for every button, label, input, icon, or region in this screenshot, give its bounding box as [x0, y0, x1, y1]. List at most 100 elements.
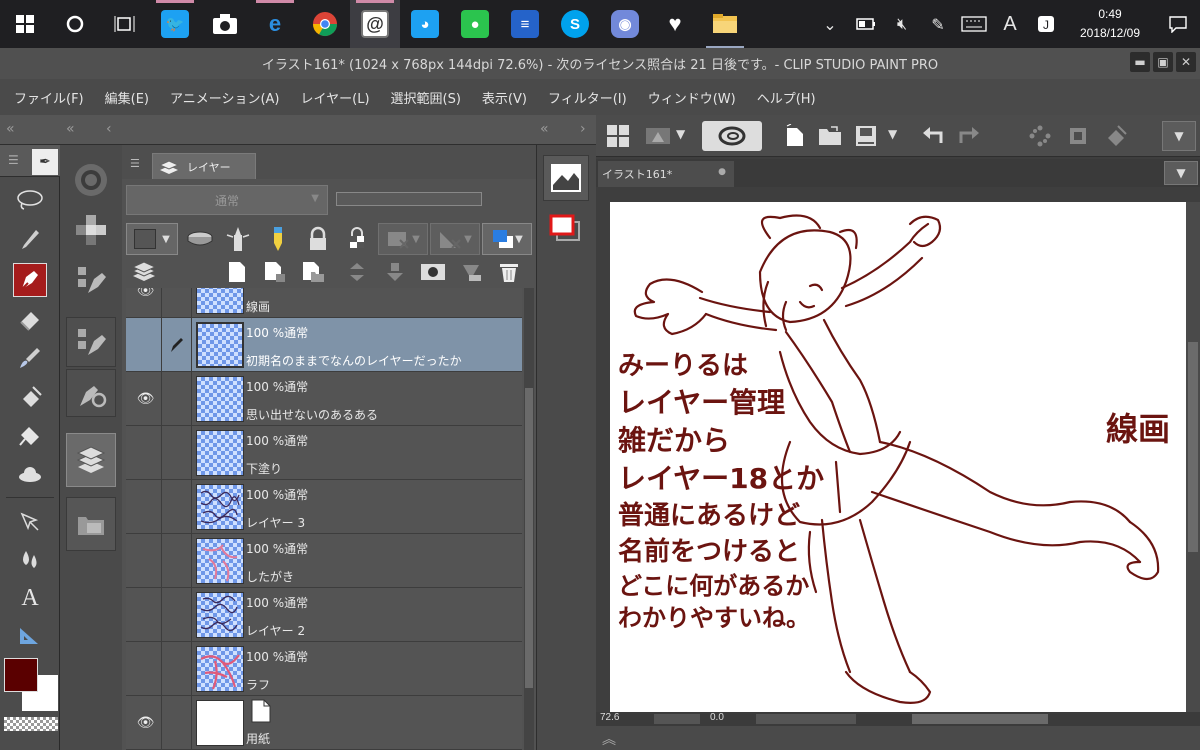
layer-property-icon[interactable]: [543, 207, 589, 251]
expression-color-select[interactable]: ▼: [126, 223, 178, 255]
canvas-horizontal-scrollbar[interactable]: [912, 714, 1048, 724]
pen-icon[interactable]: ✎: [920, 0, 956, 48]
line-app-icon[interactable]: ●: [450, 0, 500, 48]
transparent-color-swatch[interactable]: [4, 717, 58, 731]
edit-target-toggle[interactable]: [162, 696, 192, 750]
clear-selection-icon[interactable]: [1024, 121, 1056, 151]
menu-animation[interactable]: アニメーション(A): [170, 88, 280, 107]
clip-to-layer-below-icon[interactable]: [184, 225, 216, 253]
edit-target-toggle[interactable]: [162, 534, 192, 588]
camera-app-icon[interactable]: [200, 0, 250, 48]
document-tab[interactable]: イラスト161* ●: [598, 161, 734, 187]
chrome-browser-icon[interactable]: [300, 0, 350, 48]
transfer-to-lower-layer-icon[interactable]: [342, 257, 372, 287]
layer-color-select[interactable]: ▼: [482, 223, 532, 255]
layer-row[interactable]: 100 %通常 したがき: [126, 534, 522, 588]
visibility-toggle[interactable]: [130, 426, 162, 480]
tab-layer[interactable]: レイヤー: [152, 153, 256, 179]
keyboard-icon[interactable]: [956, 0, 992, 48]
layer-row[interactable]: 100 %通常 初期名のままでなんのレイヤーだったか: [126, 318, 522, 372]
sub-tool-detail-icon[interactable]: [66, 317, 116, 367]
layer-row[interactable]: 100 %通常 ラフ: [126, 642, 522, 696]
droplet-tool-icon[interactable]: [13, 543, 47, 577]
layer-list-scrollbar[interactable]: [524, 288, 534, 750]
close-tab-icon[interactable]: ●: [718, 167, 726, 177]
operation-tool-icon[interactable]: [13, 505, 47, 539]
minimize-button[interactable]: ▬: [1130, 52, 1150, 72]
task-view-icon[interactable]: [100, 0, 150, 48]
menu-layer[interactable]: レイヤー(L): [301, 88, 370, 107]
lock-layer-icon[interactable]: [302, 223, 334, 255]
new-raster-layer-icon[interactable]: [222, 257, 252, 287]
menu-view[interactable]: 表示(V): [482, 88, 527, 107]
edit-target-toggle[interactable]: [162, 588, 192, 642]
pen-tab-icon[interactable]: ✒: [32, 149, 58, 175]
canvas-vertical-scrollbar[interactable]: [1186, 202, 1200, 712]
zoom-slider[interactable]: [654, 714, 700, 724]
open-folder-icon[interactable]: [814, 121, 846, 151]
menu-window[interactable]: ウィンドウ(W): [648, 88, 736, 107]
trash-icon[interactable]: [494, 257, 524, 287]
text-tool-icon[interactable]: A: [13, 581, 47, 615]
visibility-toggle[interactable]: [130, 588, 162, 642]
redo-icon[interactable]: [952, 121, 984, 151]
tool-property-icon[interactable]: [66, 369, 116, 417]
edit-target-toggle[interactable]: [162, 480, 192, 534]
tab-menu-button[interactable]: ▼: [1164, 161, 1198, 185]
layer-panel-icon[interactable]: [66, 433, 116, 487]
reference-layer-icon[interactable]: [222, 223, 254, 255]
zoom-value[interactable]: 72.6: [600, 712, 619, 723]
maximize-button[interactable]: ▣: [1153, 52, 1173, 72]
visibility-toggle[interactable]: [130, 318, 162, 372]
eyedropper-tool-icon[interactable]: [13, 223, 47, 257]
search-icon[interactable]: [50, 0, 100, 48]
notification-app-icon[interactable]: J: [1028, 0, 1064, 48]
chevron-left-icon[interactable]: ‹: [106, 121, 112, 137]
cat-app-icon[interactable]: ◕: [400, 0, 450, 48]
volume-muted-icon[interactable]: 🔇︎: [884, 0, 920, 48]
blend-tool-icon[interactable]: [13, 341, 47, 375]
visibility-toggle[interactable]: 👁︎: [130, 288, 162, 318]
chevron-right-icon[interactable]: ›: [580, 121, 586, 137]
edit-target-toggle[interactable]: [162, 426, 192, 480]
layer-stack-icon[interactable]: [126, 259, 162, 285]
visibility-toggle[interactable]: 👁︎: [130, 372, 162, 426]
menu-filter[interactable]: フィルター(I): [548, 88, 627, 107]
discord-app-icon[interactable]: ◉: [600, 0, 650, 48]
menu-edit[interactable]: 編集(E): [105, 88, 149, 107]
action-center-icon[interactable]: [1156, 0, 1200, 48]
layer-row[interactable]: 👁︎ 100 %通常 思い出せないのあるある: [126, 372, 522, 426]
menu-selection[interactable]: 選択範囲(S): [391, 88, 461, 107]
chevron-down-icon[interactable]: ▼: [888, 127, 897, 141]
visibility-toggle[interactable]: [130, 534, 162, 588]
collapse-left-icon[interactable]: «: [6, 121, 15, 137]
edit-target-toggle[interactable]: [162, 288, 192, 318]
command-bar-menu-button[interactable]: ▼: [1162, 121, 1196, 151]
chevron-down-icon[interactable]: ▼: [676, 127, 685, 141]
draft-layer-icon[interactable]: [262, 223, 294, 255]
drawing-canvas[interactable]: みーりるは レイヤー管理 雑だから レイヤー18とか 普通にあるけど 名前をつけ…: [610, 202, 1186, 712]
lock-transparent-icon[interactable]: [342, 223, 374, 255]
clip-studio-app-icon[interactable]: @: [350, 0, 400, 48]
ruler-tool-icon[interactable]: [13, 619, 47, 653]
file-stack-app-icon[interactable]: ≡: [500, 0, 550, 48]
edit-target-toggle[interactable]: [162, 642, 192, 696]
main-color-swatch[interactable]: [4, 658, 38, 692]
visibility-toggle[interactable]: [130, 480, 162, 534]
paint-bucket-tool-icon[interactable]: [13, 419, 47, 453]
blend-mode-select[interactable]: 通常 ▼: [126, 185, 328, 215]
panel-menu-icon[interactable]: ☰: [130, 157, 140, 170]
edit-target-toggle[interactable]: [162, 318, 192, 372]
new-vector-layer-icon[interactable]: [260, 257, 290, 287]
battery-icon[interactable]: [848, 0, 884, 48]
visibility-toggle[interactable]: 👁︎: [130, 696, 162, 750]
edge-browser-icon[interactable]: e: [250, 0, 300, 48]
collapse-left-icon[interactable]: «: [66, 121, 75, 137]
create-layer-mask-icon[interactable]: [418, 257, 448, 287]
twitter-app-icon[interactable]: 🐦: [150, 0, 200, 48]
merge-with-lower-layer-icon[interactable]: [380, 257, 410, 287]
color-wheel-icon[interactable]: [66, 151, 116, 209]
ruler-select[interactable]: ▼: [430, 223, 480, 255]
pen-tool-icon[interactable]: [13, 263, 47, 297]
layer-row[interactable]: 👁︎ 線画: [126, 288, 522, 318]
